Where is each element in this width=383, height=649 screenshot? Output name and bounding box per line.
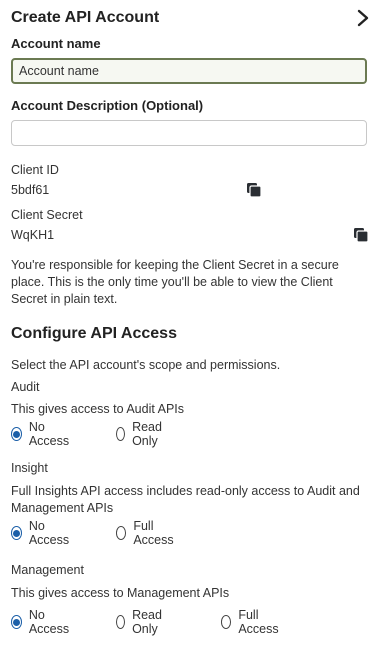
client-secret-label: Client Secret (11, 208, 83, 222)
page-title: Create API Account (11, 9, 160, 26)
create-api-account-panel: Create API Account Account name Account … (0, 0, 383, 649)
audit-description: This gives access to Audit APIs (11, 402, 184, 416)
panel-header: Create API Account (11, 7, 371, 29)
account-description-label: Account Description (Optional) (11, 98, 204, 113)
client-id-value: 5bdf61 (11, 183, 50, 197)
account-name-label: Account name (11, 36, 101, 51)
insight-no-access-radio[interactable]: No Access (11, 519, 72, 547)
radio-unchecked-icon (221, 615, 232, 629)
insight-full-access-radio[interactable]: Full Access (116, 519, 177, 547)
management-read-only-radio[interactable]: Read Only (116, 608, 167, 636)
management-description: This gives access to Management APIs (11, 586, 230, 600)
audit-no-access-radio[interactable]: No Access (11, 420, 72, 448)
audit-label: Audit (11, 380, 40, 394)
copy-client-secret-icon[interactable] (353, 227, 369, 243)
insight-label: Insight (11, 461, 48, 475)
insight-description: Full Insights API access includes read-o… (11, 484, 360, 515)
client-secret-value: WqKH1 (11, 228, 55, 242)
account-description-input[interactable] (11, 120, 367, 146)
radio-unchecked-icon (116, 615, 126, 629)
client-id-label: Client ID (11, 163, 59, 177)
copy-client-id-icon[interactable] (246, 182, 262, 198)
radio-checked-icon (11, 526, 22, 540)
management-label: Management (11, 563, 84, 577)
radio-unchecked-icon (116, 526, 127, 540)
radio-checked-icon (11, 427, 22, 441)
radio-unchecked-icon (116, 427, 126, 441)
configure-subtitle: Select the API account's scope and permi… (11, 358, 281, 372)
management-full-access-radio[interactable]: Full Access (221, 608, 282, 636)
radio-checked-icon (11, 615, 22, 629)
account-name-input[interactable] (11, 58, 367, 84)
chevron-right-icon[interactable] (355, 9, 371, 27)
configure-section-title: Configure API Access (11, 325, 177, 342)
secret-notice: You're responsible for keeping the Clien… (11, 258, 339, 306)
audit-read-only-radio[interactable]: Read Only (116, 420, 167, 448)
management-no-access-radio[interactable]: No Access (11, 608, 72, 636)
